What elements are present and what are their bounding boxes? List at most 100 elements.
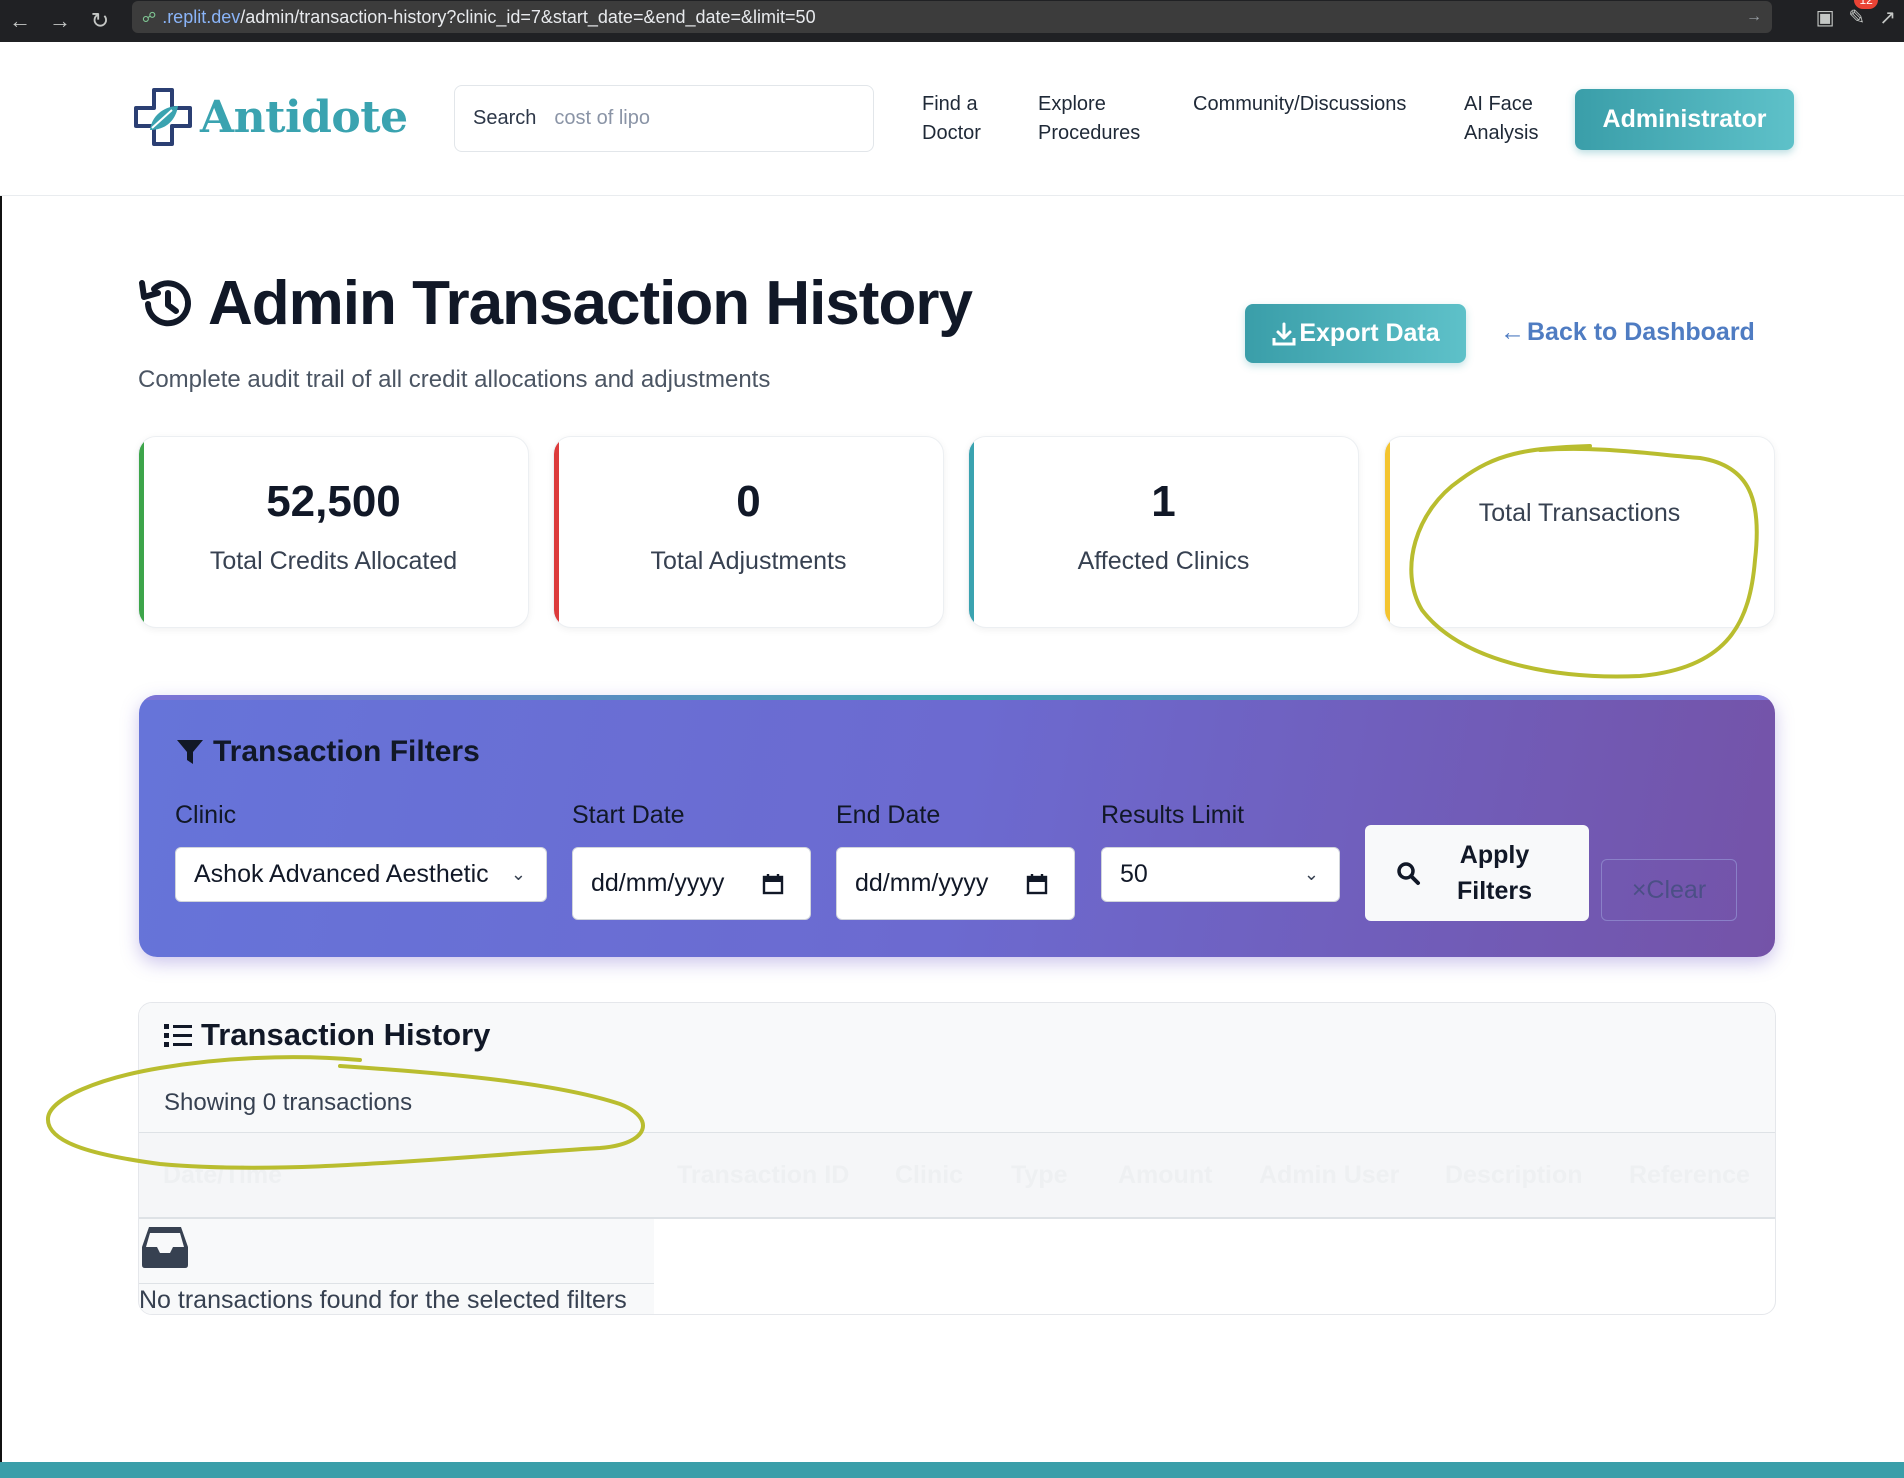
stat-value: 1: [1151, 477, 1176, 526]
column-header[interactable]: Clinic: [895, 1161, 963, 1190]
results-limit-select[interactable]: 50 ⌄: [1101, 847, 1340, 902]
logo-text: Antidote: [200, 91, 408, 143]
browser-back-icon[interactable]: ←: [0, 0, 40, 42]
stat-value: 52,500: [266, 477, 401, 526]
medical-cross-leaf-icon: [134, 88, 192, 146]
page-title: Admin Transaction History: [208, 269, 973, 338]
search-label: Search: [473, 107, 537, 129]
transaction-count: Showing 0 transactions: [164, 1089, 413, 1116]
column-header[interactable]: Admin User: [1259, 1161, 1399, 1190]
apply-line2: Filters: [1457, 877, 1533, 905]
end-date-input[interactable]: dd/mm/yyyy: [836, 847, 1075, 920]
stat-label: Affected Clinics: [1077, 547, 1250, 575]
filters-title: Transaction Filters: [175, 735, 480, 769]
transaction-history-card: Transaction History Showing 0 transactio…: [138, 1002, 1776, 1315]
external-icon[interactable]: ↗: [1879, 5, 1896, 30]
calendar-icon[interactable]: [1026, 873, 1048, 895]
nav-ai-face-analysis[interactable]: AI Face Analysis: [1464, 90, 1538, 148]
browser-reload-icon[interactable]: ↻: [80, 0, 120, 42]
apply-filters-button[interactable]: Apply Filters: [1365, 825, 1589, 921]
column-header[interactable]: Description: [1445, 1161, 1583, 1190]
search-icon: [1397, 862, 1420, 885]
stat-card-transactions: Total Transactions: [1384, 436, 1775, 628]
clinic-select[interactable]: Ashok Advanced Aesthetic ⌄: [175, 847, 547, 902]
filter-icon: [177, 740, 203, 764]
history-title: Transaction History: [163, 1017, 490, 1053]
nav-community-label: Community/Discussions: [1193, 93, 1407, 115]
clear-label: Clear: [1646, 875, 1707, 904]
nav-find-doctor[interactable]: Find a Doctor: [922, 90, 981, 148]
nav-find-doctor-line1: Find a: [922, 93, 978, 115]
apply-line1: Apply: [1459, 841, 1530, 869]
nav-community[interactable]: Community/Discussions: [1193, 90, 1406, 119]
results-limit-value: 50: [1120, 860, 1148, 888]
results-limit-label: Results Limit: [1101, 801, 1245, 829]
calendar-icon[interactable]: [762, 873, 784, 895]
start-date-placeholder: dd/mm/yyyy: [591, 869, 725, 897]
browser-forward-icon[interactable]: →: [40, 0, 80, 42]
back-to-dashboard-label: Back to Dashboard: [1527, 318, 1755, 346]
apply-filters-label: Apply Filters: [1457, 837, 1532, 909]
browser-extensions: ▣ ✎12 ↗: [1816, 0, 1904, 34]
nav-ai-line2: Analysis: [1464, 122, 1539, 144]
back-to-dashboard-link[interactable]: ← Back to Dashboard: [1500, 318, 1755, 347]
column-header[interactable]: Amount: [1118, 1161, 1212, 1190]
chevron-down-icon: ⌄: [1303, 864, 1319, 884]
url-host: .replit.dev: [162, 6, 241, 27]
nav-explore-line1: Explore: [1038, 93, 1106, 115]
arrow-left-icon: ←: [1500, 318, 1525, 346]
window-edge: [0, 42, 2, 1462]
administrator-button[interactable]: Administrator: [1575, 89, 1794, 150]
nav-ai-line1: AI Face: [1464, 93, 1533, 115]
download-icon: [1272, 322, 1296, 345]
column-header[interactable]: Type: [1011, 1161, 1068, 1190]
column-header[interactable]: Transaction ID: [677, 1161, 849, 1190]
search-box[interactable]: Search: [454, 85, 874, 152]
inbox-icon: [142, 1227, 188, 1268]
page-title-block: Admin Transaction History: [136, 268, 973, 339]
transaction-filters-panel: Transaction Filters Clinic Ashok Advance…: [139, 695, 1775, 957]
url-path: /admin/transaction-history?clinic_id=7&s…: [240, 6, 816, 27]
column-header[interactable]: Date/Time: [163, 1161, 282, 1190]
panel-accent-line: [139, 695, 1775, 700]
site-logo[interactable]: Antidote: [132, 86, 408, 148]
filters-title-text: Transaction Filters: [213, 735, 480, 768]
nav-explore-line2: Procedures: [1038, 122, 1141, 144]
stat-label: Total Adjustments: [650, 547, 847, 575]
close-icon: ×: [1631, 875, 1647, 904]
empty-state: No transactions found for the selected f…: [139, 1219, 654, 1314]
end-date-label: End Date: [836, 801, 941, 829]
notification-badge: 12: [1854, 0, 1878, 9]
column-header[interactable]: Reference: [1629, 1161, 1750, 1190]
chevron-down-icon: ⌄: [510, 864, 526, 884]
extension-icon[interactable]: ✎12: [1848, 0, 1878, 30]
stat-label: Total Credits Allocated: [209, 547, 458, 575]
stat-label: Total Transactions: [1478, 499, 1681, 527]
url-go-icon[interactable]: →: [1746, 8, 1762, 26]
history-header: Transaction History Showing 0 transactio…: [139, 1003, 1775, 1133]
empty-message: No transactions found for the selected f…: [139, 1283, 654, 1314]
clear-filters-button[interactable]: × Clear: [1601, 859, 1737, 921]
clinic-label: Clinic: [175, 801, 237, 829]
table-header: Date/Time Transaction ID Clinic Type Amo…: [139, 1133, 1775, 1219]
list-icon: [164, 1024, 192, 1047]
nav-explore-procedures[interactable]: Explore Procedures: [1038, 90, 1140, 148]
clinic-selected-value: Ashok Advanced Aesthetic: [194, 860, 489, 888]
export-data-button[interactable]: Export Data: [1245, 304, 1466, 363]
export-data-label: Export Data: [1299, 319, 1440, 347]
cast-icon[interactable]: ▣: [1816, 5, 1835, 30]
stat-card-clinics: 1 Affected Clinics: [968, 436, 1359, 628]
address-bar[interactable]: ☍ .replit.dev /admin/transaction-history…: [132, 1, 1772, 33]
end-date-placeholder: dd/mm/yyyy: [855, 869, 989, 897]
stat-card-credits: 52,500 Total Credits Allocated: [138, 436, 529, 628]
stat-value: 0: [736, 477, 761, 526]
stat-card-adjustments: 0 Total Adjustments: [553, 436, 944, 628]
history-icon: [139, 279, 191, 326]
site-header: Antidote Search Find a Doctor Explore Pr…: [0, 42, 1904, 196]
nav-find-doctor-line2: Doctor: [922, 122, 981, 144]
footer-accent-bar: [0, 1462, 1904, 1478]
history-title-text: Transaction History: [201, 1017, 491, 1052]
start-date-input[interactable]: dd/mm/yyyy: [572, 847, 811, 920]
page-subtitle: Complete audit trail of all credit alloc…: [138, 366, 771, 393]
search-input[interactable]: [554, 107, 815, 130]
